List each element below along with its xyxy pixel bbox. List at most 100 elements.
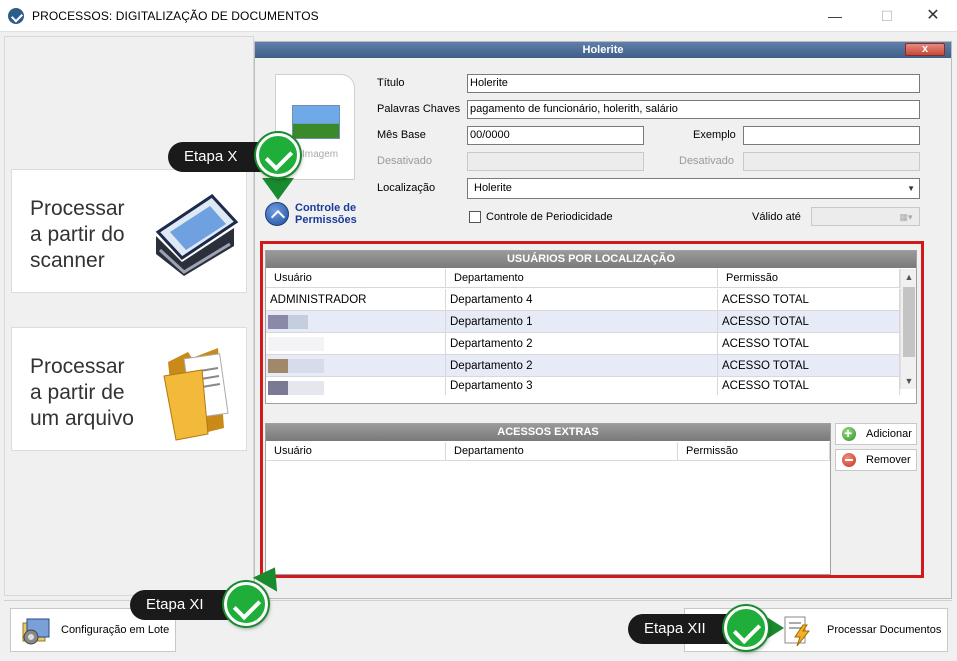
table-row[interactable]: ADMINISTRADOR Departamento 4 ACESSO TOTA…: [266, 289, 900, 311]
palavras-chaves-label: Palavras Chaves: [377, 103, 461, 115]
batch-config-label: Configuração em Lote: [61, 624, 170, 636]
desativado-input-1: [467, 152, 644, 171]
col-usuario[interactable]: Usuário: [266, 442, 446, 461]
cell-departamento: Departamento 4: [446, 289, 718, 311]
minimize-button[interactable]: —: [812, 4, 858, 28]
titulo-label: Título: [377, 77, 405, 89]
callout-etapa-x-label: Etapa X: [184, 148, 238, 165]
remove-icon: [842, 453, 856, 467]
close-button[interactable]: ✕: [910, 4, 956, 28]
redacted-name: [268, 337, 324, 351]
chevron-up-icon[interactable]: [265, 202, 289, 226]
image-icon: [292, 105, 340, 139]
process-from-file-button[interactable]: Processar a partir de um arquivo: [11, 327, 247, 451]
cell-usuario: [266, 355, 446, 377]
cell-permissao: ACESSO TOTAL: [718, 311, 900, 333]
permissions-toggle[interactable]: Controle de Permissões: [295, 202, 357, 226]
check-icon: [256, 133, 300, 177]
redacted-name: [268, 381, 288, 395]
cell-departamento: Departamento 2: [446, 355, 718, 377]
check-icon: [724, 606, 768, 650]
acessos-grid-title: ACESSOS EXTRAS: [266, 424, 830, 441]
periodicidade-label: Controle de Periodicidade: [486, 211, 613, 223]
table-row[interactable]: Departamento 1 ACESSO TOTAL: [266, 311, 900, 333]
check-icon: [224, 582, 268, 626]
scanner-icon: [155, 194, 239, 276]
cell-usuario: ADMINISTRADOR: [266, 289, 446, 311]
batch-config-icon: [22, 618, 50, 645]
panel-close-button[interactable]: x: [905, 43, 945, 56]
scroll-up-icon[interactable]: ▲: [901, 269, 917, 285]
cell-departamento: Departamento 1: [446, 311, 718, 333]
cell-permissao: ACESSO TOTAL: [718, 289, 900, 311]
mes-base-input[interactable]: 00/0000: [467, 126, 644, 145]
process-documents-label: Processar Documentos: [827, 624, 942, 636]
localizacao-select[interactable]: Holerite ▼: [467, 178, 920, 199]
cell-permissao: ACESSO TOTAL: [718, 377, 900, 395]
col-permissao[interactable]: Permissão: [718, 269, 900, 288]
usuarios-grid-title: USUÁRIOS POR LOCALIZAÇÃO: [266, 251, 916, 268]
periodicidade-checkbox[interactable]: [469, 211, 481, 223]
scroll-thumb[interactable]: [903, 287, 915, 357]
callout-etapa-xii: Etapa XII: [628, 614, 732, 644]
pointer-down-arrow-icon: [262, 178, 294, 200]
desativado-input-2: [743, 152, 920, 171]
usuarios-grid: USUÁRIOS POR LOCALIZAÇÃO Usuário Departa…: [265, 250, 917, 404]
col-permissao[interactable]: Permissão: [678, 442, 830, 461]
cell-departamento: Departamento 3: [446, 377, 718, 395]
left-panel: Processar a partir do scanner Processar …: [4, 36, 254, 596]
redacted-name: [288, 315, 308, 329]
remove-button-label: Remover: [866, 454, 911, 466]
palavras-chaves-input[interactable]: pagamento de funcionário, holerith, salá…: [467, 100, 920, 119]
titulo-input[interactable]: Holerite: [467, 74, 920, 93]
panel-title: Holerite: [582, 44, 624, 56]
exemplo-input[interactable]: [743, 126, 920, 145]
dropdown-arrow-icon: ▼: [907, 184, 915, 193]
table-row[interactable]: Departamento 2 ACESSO TOTAL: [266, 355, 900, 377]
app-icon: [8, 8, 24, 24]
panel-header: Holerite x: [255, 42, 951, 58]
callout-etapa-xi-label: Etapa XI: [146, 596, 204, 613]
redacted-name: [288, 359, 324, 373]
mes-base-label: Mês Base: [377, 129, 426, 141]
col-usuario[interactable]: Usuário: [266, 269, 446, 288]
cell-usuario: [266, 311, 446, 333]
callout-etapa-xi: Etapa XI: [130, 590, 232, 620]
exemplo-label: Exemplo: [693, 129, 736, 141]
redacted-name: [288, 381, 324, 395]
table-row[interactable]: Departamento 3 ACESSO TOTAL: [266, 377, 900, 395]
col-departamento[interactable]: Departamento: [446, 269, 718, 288]
cell-usuario: [266, 333, 446, 355]
scroll-down-icon[interactable]: ▼: [901, 373, 917, 389]
cell-departamento: Departamento 2: [446, 333, 718, 355]
process-documents-icon: [784, 616, 811, 647]
desativado-label-2: Desativado: [679, 155, 735, 167]
cell-permissao: ACESSO TOTAL: [718, 355, 900, 377]
redacted-name: [268, 359, 288, 373]
col-departamento[interactable]: Departamento: [446, 442, 678, 461]
cell-permissao: ACESSO TOTAL: [718, 333, 900, 355]
valido-ate-date: ▦▾: [811, 207, 920, 226]
title-bar: PROCESSOS: DIGITALIZAÇÃO DE DOCUMENTOS —…: [0, 0, 957, 32]
callout-etapa-x: Etapa X: [168, 142, 264, 172]
process-from-scanner-button[interactable]: Processar a partir do scanner: [11, 169, 247, 293]
add-button-label: Adicionar: [866, 428, 912, 440]
acessos-extras-grid: ACESSOS EXTRAS Usuário Departamento Perm…: [265, 423, 831, 575]
scanner-button-label: Processar a partir do scanner: [30, 197, 125, 272]
localizacao-value: Holerite: [474, 182, 512, 194]
calendar-icon: ▦▾: [899, 212, 913, 222]
window-title: PROCESSOS: DIGITALIZAÇÃO DE DOCUMENTOS: [32, 9, 319, 23]
add-access-button[interactable]: Adicionar: [835, 423, 917, 445]
folder-icon: [163, 348, 229, 441]
table-row[interactable]: Departamento 2 ACESSO TOTAL: [266, 333, 900, 355]
usuarios-scrollbar[interactable]: ▲ ▼: [900, 269, 916, 389]
remove-access-button[interactable]: Remover: [835, 449, 917, 471]
file-button-label: Processar a partir de um arquivo: [30, 355, 134, 430]
desativado-label-1: Desativado: [377, 155, 433, 167]
redacted-name: [268, 315, 288, 329]
document-type-panel: Holerite x Imagem Controle de Permissões…: [254, 41, 952, 599]
add-icon: [842, 423, 856, 443]
callout-etapa-xii-label: Etapa XII: [644, 620, 706, 637]
cell-usuario: [266, 377, 446, 395]
maximize-button[interactable]: ☐: [864, 4, 910, 28]
